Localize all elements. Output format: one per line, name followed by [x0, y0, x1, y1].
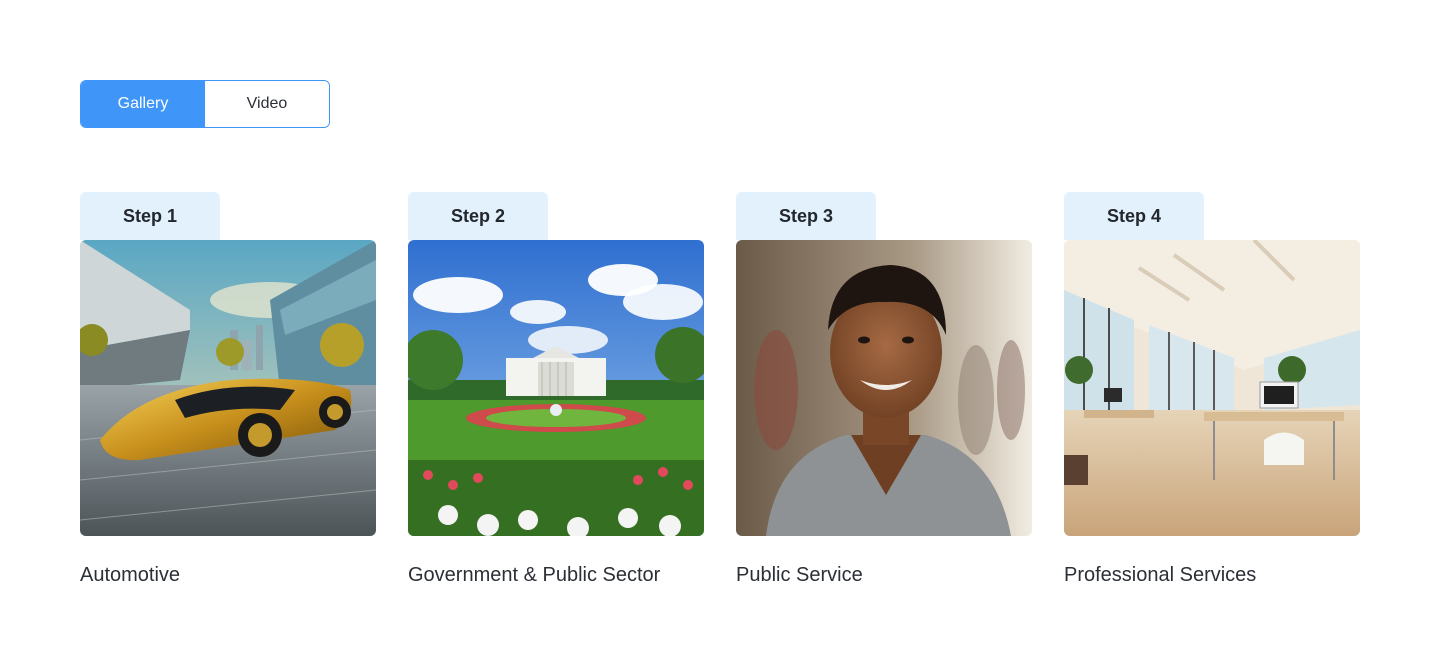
step-label: Step 4: [1064, 192, 1204, 240]
card-title: Automotive: [80, 564, 181, 586]
step-card-3[interactable]: Step 3 Public Service: [736, 192, 1032, 587]
card-title: Government & Public Sector: [408, 564, 661, 586]
step-label: Step 2: [408, 192, 548, 240]
step-label: Step 1: [80, 192, 220, 240]
step-card-2[interactable]: Step 2 Government & Public Sector: [408, 192, 704, 587]
card-title: Public Service: [736, 564, 863, 586]
step-label: Step 3: [736, 192, 876, 240]
step-card-1[interactable]: Step 1 Automotive: [80, 192, 376, 587]
public-service-image[interactable]: [736, 240, 1032, 536]
gallery-video-toggle: Gallery Video: [80, 80, 330, 128]
card-title: Professional Services: [1064, 564, 1257, 586]
tab-gallery[interactable]: Gallery: [81, 81, 205, 127]
professional-services-image[interactable]: [1064, 240, 1360, 536]
automotive-image[interactable]: [80, 240, 376, 536]
steps-row: Step 1 Automotive Step 2 Government & Pu…: [80, 192, 1360, 587]
step-card-4[interactable]: Step 4 Professional Services: [1064, 192, 1360, 587]
tab-video[interactable]: Video: [205, 81, 329, 127]
government-image[interactable]: [408, 240, 704, 536]
